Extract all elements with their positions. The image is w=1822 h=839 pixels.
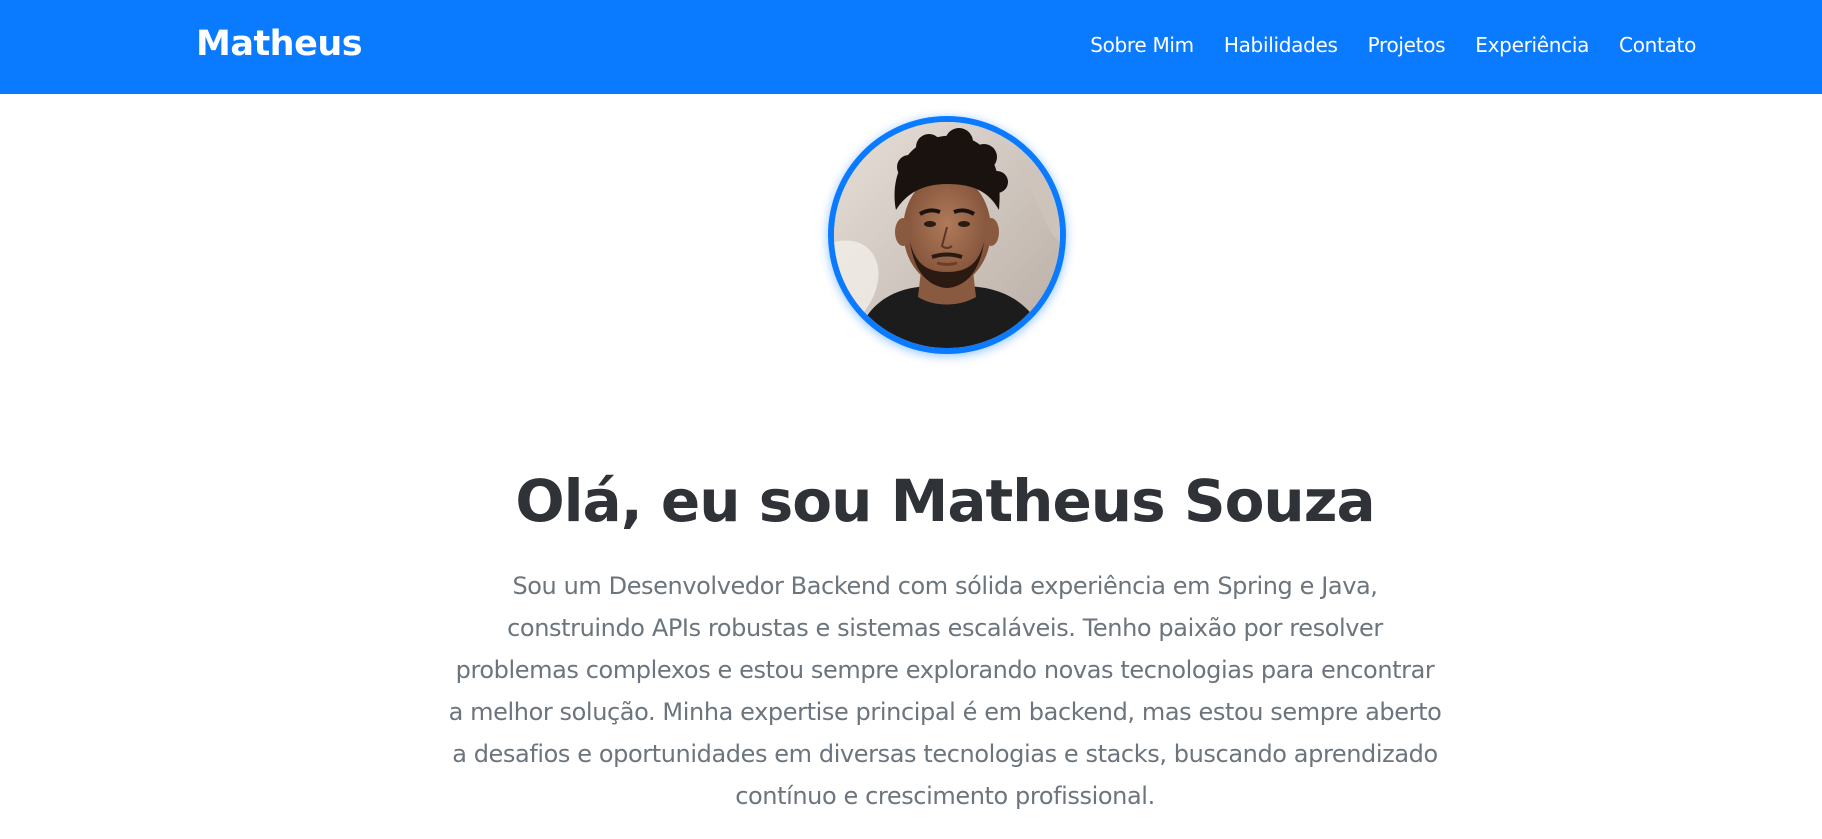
nav-link-habilidades[interactable]: Habilidades bbox=[1224, 30, 1338, 60]
profile-avatar bbox=[834, 122, 1060, 348]
navbar: Matheus Sobre Mim Habilidades Projetos E… bbox=[0, 0, 1822, 94]
nav-link-projetos[interactable]: Projetos bbox=[1368, 30, 1446, 60]
hero-description: Sou um Desenvolvedor Backend com sólida … bbox=[448, 572, 1442, 810]
nav-link-sobre-mim[interactable]: Sobre Mim bbox=[1090, 30, 1194, 60]
profile-photo bbox=[834, 122, 1060, 348]
hero-title: Olá, eu sou Matheus Souza bbox=[515, 467, 1375, 535]
brand-logo[interactable]: Matheus bbox=[196, 20, 363, 68]
profile-avatar-frame bbox=[828, 116, 1066, 354]
nav-link-experiencia[interactable]: Experiência bbox=[1475, 30, 1589, 60]
nav-menu: Sobre Mim Habilidades Projetos Experiênc… bbox=[1090, 30, 1696, 60]
nav-link-contato[interactable]: Contato bbox=[1619, 30, 1696, 60]
